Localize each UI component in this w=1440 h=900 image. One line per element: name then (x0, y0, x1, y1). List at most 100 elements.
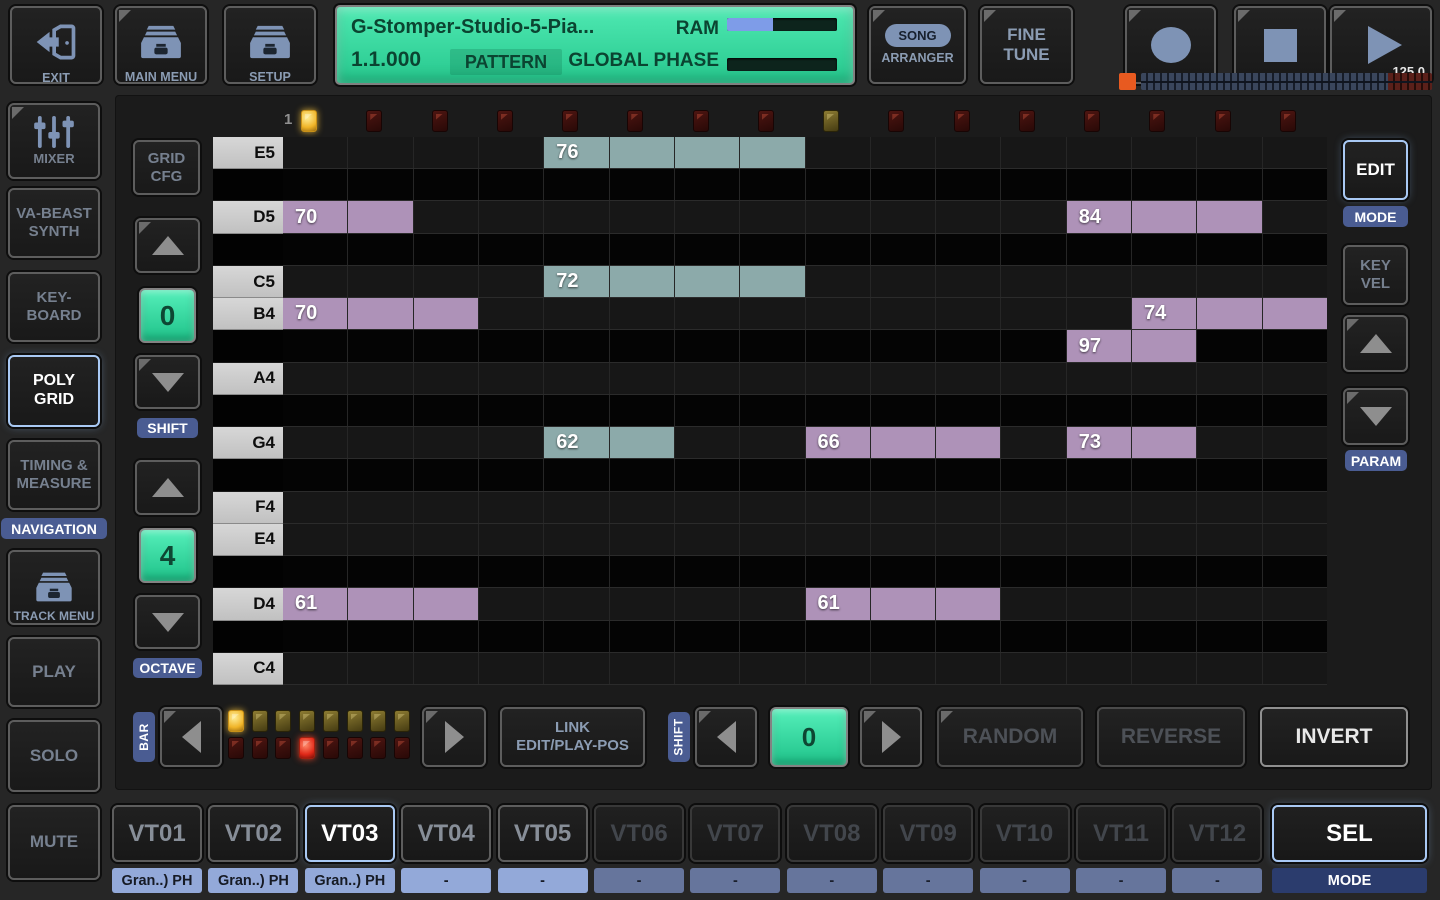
grid-cell[interactable] (1197, 330, 1262, 361)
note-start-cell[interactable]: 62 (544, 427, 609, 458)
track-button-vt05[interactable]: VT05 (498, 805, 588, 862)
grid-cell[interactable] (479, 492, 544, 523)
note-start-cell[interactable]: 97 (1067, 330, 1132, 361)
grid-cell[interactable] (479, 330, 544, 361)
grid-cell[interactable] (936, 621, 1001, 652)
grid-cell[interactable] (348, 330, 413, 361)
track-button-vt08[interactable]: VT08 (787, 805, 877, 862)
grid-cell[interactable] (1197, 266, 1262, 297)
grid-cell[interactable] (348, 234, 413, 265)
grid-cell[interactable] (283, 621, 348, 652)
grid-cell[interactable] (740, 395, 805, 426)
sidebar-item-mixer[interactable]: MIXER (8, 103, 100, 179)
grid-cell[interactable] (414, 234, 479, 265)
grid-cell[interactable] (1001, 427, 1066, 458)
grid-cell[interactable] (1067, 588, 1132, 619)
grid-cell[interactable] (414, 621, 479, 652)
grid-cell[interactable] (936, 298, 1001, 329)
grid-cell[interactable] (414, 459, 479, 490)
grid-cell[interactable] (1132, 363, 1197, 394)
grid-cell[interactable] (544, 653, 609, 684)
grid-cell[interactable] (936, 234, 1001, 265)
grid-cell[interactable] (283, 427, 348, 458)
grid-cell[interactable] (1067, 234, 1132, 265)
grid-cell[interactable] (1067, 395, 1132, 426)
grid-cell[interactable] (1197, 653, 1262, 684)
grid-cell[interactable] (414, 427, 479, 458)
edit-mode-button[interactable]: EDIT (1343, 140, 1408, 200)
grid-cell[interactable] (1263, 653, 1327, 684)
grid-cell[interactable] (610, 234, 675, 265)
grid-cell[interactable] (740, 524, 805, 555)
grid-cell[interactable] (348, 459, 413, 490)
note-cell[interactable] (348, 298, 413, 329)
grid-cell[interactable] (1197, 556, 1262, 587)
grid-cell[interactable] (871, 492, 936, 523)
note-cell[interactable] (936, 427, 1001, 458)
note-cell[interactable] (1132, 330, 1197, 361)
bar-next-button[interactable] (422, 707, 486, 767)
track-button-vt01[interactable]: VT01 (112, 805, 202, 862)
grid-cell[interactable] (806, 621, 871, 652)
grid-cell[interactable] (675, 556, 740, 587)
grid-cell[interactable] (1197, 621, 1262, 652)
grid-cell[interactable] (1067, 492, 1132, 523)
grid-cell[interactable] (1263, 330, 1327, 361)
track-button-vt02[interactable]: VT02 (208, 805, 298, 862)
lcd-display[interactable]: G-Stomper-Studio-5-Pia... 1.1.000 PATTER… (335, 5, 855, 85)
piano-key-d4[interactable]: D4 (213, 588, 283, 620)
note-cell[interactable] (610, 266, 675, 297)
grid-cell[interactable] (1197, 427, 1262, 458)
grid-cell[interactable] (479, 621, 544, 652)
grid-cell[interactable] (1197, 234, 1262, 265)
grid-cell[interactable] (1001, 524, 1066, 555)
note-cell[interactable] (1197, 201, 1262, 232)
grid-cell[interactable] (1263, 588, 1327, 619)
grid-cell[interactable] (544, 330, 609, 361)
piano-key-b4[interactable]: B4 (213, 298, 283, 330)
grid-cell[interactable] (414, 363, 479, 394)
grid-cell[interactable] (1067, 169, 1132, 200)
grid-cell[interactable] (1263, 201, 1327, 232)
note-start-cell[interactable]: 72 (544, 266, 609, 297)
grid-cell[interactable] (544, 621, 609, 652)
grid-cell[interactable] (283, 234, 348, 265)
grid-cell[interactable] (740, 330, 805, 361)
grid-cell[interactable] (675, 653, 740, 684)
grid-cell[interactable] (1001, 588, 1066, 619)
grid-cell[interactable] (414, 556, 479, 587)
grid-cell[interactable] (283, 653, 348, 684)
grid-cell[interactable] (1132, 621, 1197, 652)
link-edit-play-pos-button[interactable]: LINK EDIT/PLAY-POS (500, 707, 645, 767)
grid-cell[interactable] (675, 201, 740, 232)
grid-cell[interactable] (1001, 201, 1066, 232)
grid-cell[interactable] (675, 427, 740, 458)
grid-cell[interactable] (610, 524, 675, 555)
grid-cell[interactable] (1001, 266, 1066, 297)
grid-cell[interactable] (806, 330, 871, 361)
grid-cell[interactable] (1263, 266, 1327, 297)
grid-cell[interactable] (806, 169, 871, 200)
grid-cell[interactable] (283, 330, 348, 361)
param-down-button[interactable] (1343, 388, 1408, 445)
grid-cell[interactable] (675, 234, 740, 265)
grid-cell[interactable] (1263, 169, 1327, 200)
grid-cell[interactable] (1067, 363, 1132, 394)
grid-cell[interactable] (675, 169, 740, 200)
grid-cell[interactable] (1263, 524, 1327, 555)
grid-cell[interactable] (1001, 492, 1066, 523)
grid-cell[interactable] (414, 330, 479, 361)
play-mode-button[interactable]: PLAY (8, 637, 100, 707)
bar-prev-button[interactable] (160, 707, 222, 767)
sidebar-item-va-beast-synth[interactable]: VA-BEAST SYNTH (8, 188, 100, 258)
grid-cell[interactable] (348, 395, 413, 426)
grid-cell[interactable] (479, 234, 544, 265)
grid-cell[interactable] (806, 556, 871, 587)
grid-cell[interactable] (1067, 621, 1132, 652)
note-start-cell[interactable]: 61 (806, 588, 871, 619)
grid-cell[interactable] (610, 492, 675, 523)
grid-cell[interactable] (283, 266, 348, 297)
grid-cell[interactable] (348, 363, 413, 394)
grid-cell[interactable] (479, 201, 544, 232)
grid-cell[interactable] (936, 330, 1001, 361)
